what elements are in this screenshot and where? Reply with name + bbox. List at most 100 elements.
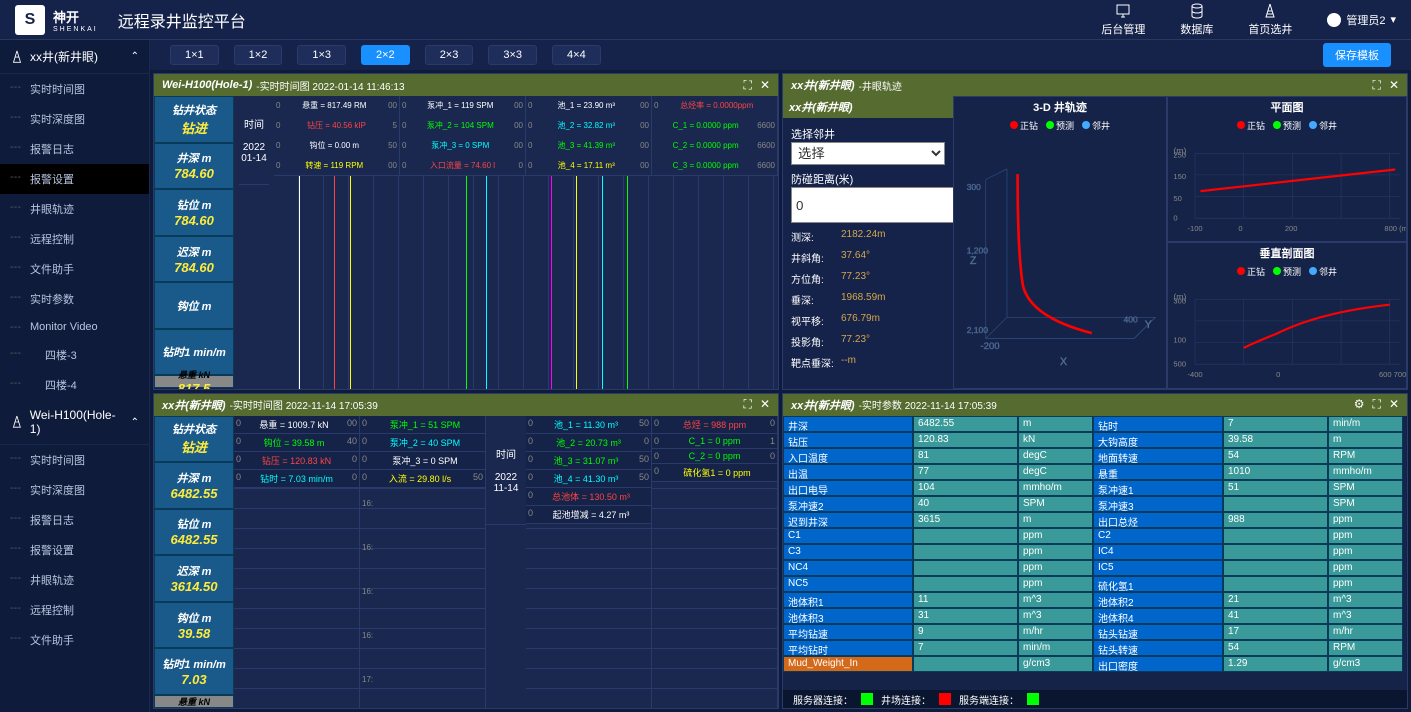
neighbor-label: 选择邻井: [791, 126, 945, 142]
rig-icon: [1262, 3, 1278, 19]
grid-layout-button[interactable]: 1×1: [170, 45, 219, 65]
info-row: 方位角:77.23°: [791, 271, 945, 286]
logo: S 神开 SHENKAI: [15, 5, 98, 35]
panel-realtime-time-2: xx井(新井眼) -实时时间图 2022-11-14 17:05:39 ⛶ ✕ …: [153, 393, 779, 710]
well-name: xx井(新井眼): [783, 96, 953, 118]
grid-layout-button[interactable]: 3×3: [488, 45, 537, 65]
neighbor-select[interactable]: 选择: [791, 142, 945, 165]
sidebar-item[interactable]: 实时深度图: [0, 475, 149, 505]
param-label: 钻井状态钻进: [154, 416, 234, 463]
svg-text:600 700 (m): 600 700 (m): [1379, 370, 1406, 379]
nav-admin[interactable]: 后台管理: [1101, 3, 1145, 37]
grid-layout-button[interactable]: 2×3: [425, 45, 474, 65]
grid-layout-button[interactable]: 1×3: [297, 45, 346, 65]
expand-icon[interactable]: ⛶: [744, 78, 752, 93]
sidebar-item[interactable]: 四楼-4: [0, 370, 149, 400]
sidebar-item[interactable]: 报警日志: [0, 505, 149, 535]
save-template-button[interactable]: 保存模板: [1323, 43, 1391, 67]
param-label: 迟深 m784.60: [154, 236, 234, 283]
expand-icon[interactable]: ⛶: [744, 397, 752, 412]
param-label: 悬重 kN: [154, 695, 234, 708]
table-row: C3ppmIC4ppm: [783, 544, 1407, 560]
sidebar-item[interactable]: 四楼-3: [0, 340, 149, 370]
table-row: 池体积331m^3池体积441m^3: [783, 608, 1407, 624]
chart-3d-trajectory[interactable]: 3-D 井轨迹 正钻预测邻井 -200 X Z Y: [953, 96, 1167, 389]
param-label: 迟深 m3614.50: [154, 555, 234, 602]
info-row: 垂深:1968.59m: [791, 292, 945, 307]
expand-icon[interactable]: ⛶: [1373, 78, 1381, 93]
svg-text:300: 300: [1173, 297, 1186, 306]
strip-chart[interactable]: 0悬重 = 817.49 RM000钻压 = 40.56 kIP50钩位 = 0…: [274, 96, 778, 389]
chart-vertical-section[interactable]: 垂直剖面图 正钻预测邻井 (m) 300100500 -4000600 700 …: [1167, 242, 1407, 388]
app-title: 远程录井监控平台: [118, 8, 246, 32]
chevron-up-icon: ⌃: [131, 51, 139, 62]
table-row: 泵冲速240SPM泵冲速3SPM: [783, 496, 1407, 512]
sidebar-item[interactable]: 报警设置: [0, 535, 149, 565]
chevron-down-icon: ▾: [1390, 13, 1396, 26]
strip-chart[interactable]: 0悬重 = 1009.7 kN000钩位 = 39.58 m400钻压 = 12…: [234, 416, 778, 709]
close-icon[interactable]: ✕: [760, 78, 770, 93]
nav-database[interactable]: 数据库: [1180, 3, 1213, 37]
nav-select-well[interactable]: 首页选井: [1248, 3, 1292, 37]
table-row: 池体积111m^3池体积221m^3: [783, 592, 1407, 608]
sidebar-item[interactable]: 实时时间图: [0, 74, 149, 104]
table-row: C1ppmC2ppm: [783, 528, 1407, 544]
sidebar-item[interactable]: 井眼轨迹: [0, 194, 149, 224]
chart-plan-view[interactable]: 平面图 正钻预测邻井 (m) 250150500 -1000200800 (m): [1167, 96, 1407, 242]
grid-layout-button[interactable]: 4×4: [552, 45, 601, 65]
panel-realtime-time-1: Wei-H100(Hole-1) -实时时间图 2022-01-14 11:46…: [153, 73, 779, 390]
param-label: 悬重 kN817.5: [154, 375, 234, 388]
expand-icon[interactable]: ⛶: [1373, 397, 1381, 412]
chevron-up-icon: ⌃: [131, 417, 139, 428]
sidebar-item[interactable]: 实时时间图: [0, 445, 149, 475]
collision-dist-input[interactable]: [791, 187, 978, 223]
sidebar-item[interactable]: 远程控制: [0, 595, 149, 625]
info-row: 测深:2182.24m: [791, 229, 945, 244]
sidebar-item[interactable]: 文件助手: [0, 254, 149, 284]
database-icon: [1189, 3, 1205, 19]
svg-text:150: 150: [1173, 172, 1186, 181]
sidebar-item[interactable]: 报警日志: [0, 134, 149, 164]
close-icon[interactable]: ✕: [1389, 78, 1399, 93]
param-label: 井深 m6482.55: [154, 462, 234, 509]
monitor-icon: [1115, 3, 1131, 19]
sidebar-group[interactable]: Wei-H100(Hole-1)⌃: [0, 400, 149, 445]
grid-toolbar: 1×1 1×2 1×3 2×2 2×3 3×3 4×4 保存模板: [150, 40, 1411, 70]
info-row: 投影角:77.23°: [791, 334, 945, 349]
user-menu[interactable]: 管理员2 ▾: [1327, 12, 1396, 28]
close-icon[interactable]: ✕: [760, 397, 770, 412]
close-icon[interactable]: ✕: [1389, 397, 1399, 412]
rig-icon: [10, 415, 24, 429]
grid-layout-button[interactable]: 2×2: [361, 45, 410, 65]
panel-realtime-params: xx井(新井眼) -实时参数 2022-11-14 17:05:39 ⚙ ⛶ ✕…: [782, 393, 1408, 710]
sidebar-item[interactable]: 实时参数: [0, 284, 149, 314]
sidebar-group[interactable]: xx井(新井眼)⌃: [0, 40, 149, 74]
user-icon: [1327, 13, 1341, 27]
time-axis: 时间202211-14: [486, 416, 526, 709]
status-client-indicator: [1027, 693, 1039, 705]
grid-layout-button[interactable]: 1×2: [234, 45, 283, 65]
sidebar-item[interactable]: 文件助手: [0, 625, 149, 655]
logo-text: 神开: [53, 7, 98, 26]
param-label: 钻位 m6482.55: [154, 509, 234, 556]
sidebar-item[interactable]: 实时深度图: [0, 104, 149, 134]
svg-text:1,200: 1,200: [967, 246, 988, 256]
svg-text:400: 400: [1124, 315, 1138, 325]
param-label: 钩位 m: [154, 282, 234, 329]
sidebar-item[interactable]: 报警设置: [0, 164, 149, 194]
svg-text:2,100: 2,100: [967, 325, 988, 335]
param-label: 井深 m784.60: [154, 143, 234, 190]
sidebar-item[interactable]: 远程控制: [0, 224, 149, 254]
gear-icon[interactable]: ⚙: [1354, 397, 1365, 412]
param-labels: 钻井状态钻进井深 m784.60钻位 m784.60迟深 m784.60钩位 m…: [154, 96, 234, 389]
sidebar: xx井(新井眼)⌃实时时间图实时深度图报警日志报警设置井眼轨迹远程控制文件助手实…: [0, 40, 150, 712]
table-row: NC4ppmIC5ppm: [783, 560, 1407, 576]
svg-text:50: 50: [1173, 194, 1181, 203]
logo-icon: S: [15, 5, 45, 35]
table-row: 出温77degC悬重1010mmho/m: [783, 464, 1407, 480]
rig-icon: [10, 50, 24, 64]
table-row: 井深6482.55m钻时7min/m: [783, 416, 1407, 432]
info-row: 井斜角:37.64°: [791, 250, 945, 265]
sidebar-item[interactable]: Monitor Video: [0, 314, 149, 340]
sidebar-item[interactable]: 井眼轨迹: [0, 565, 149, 595]
